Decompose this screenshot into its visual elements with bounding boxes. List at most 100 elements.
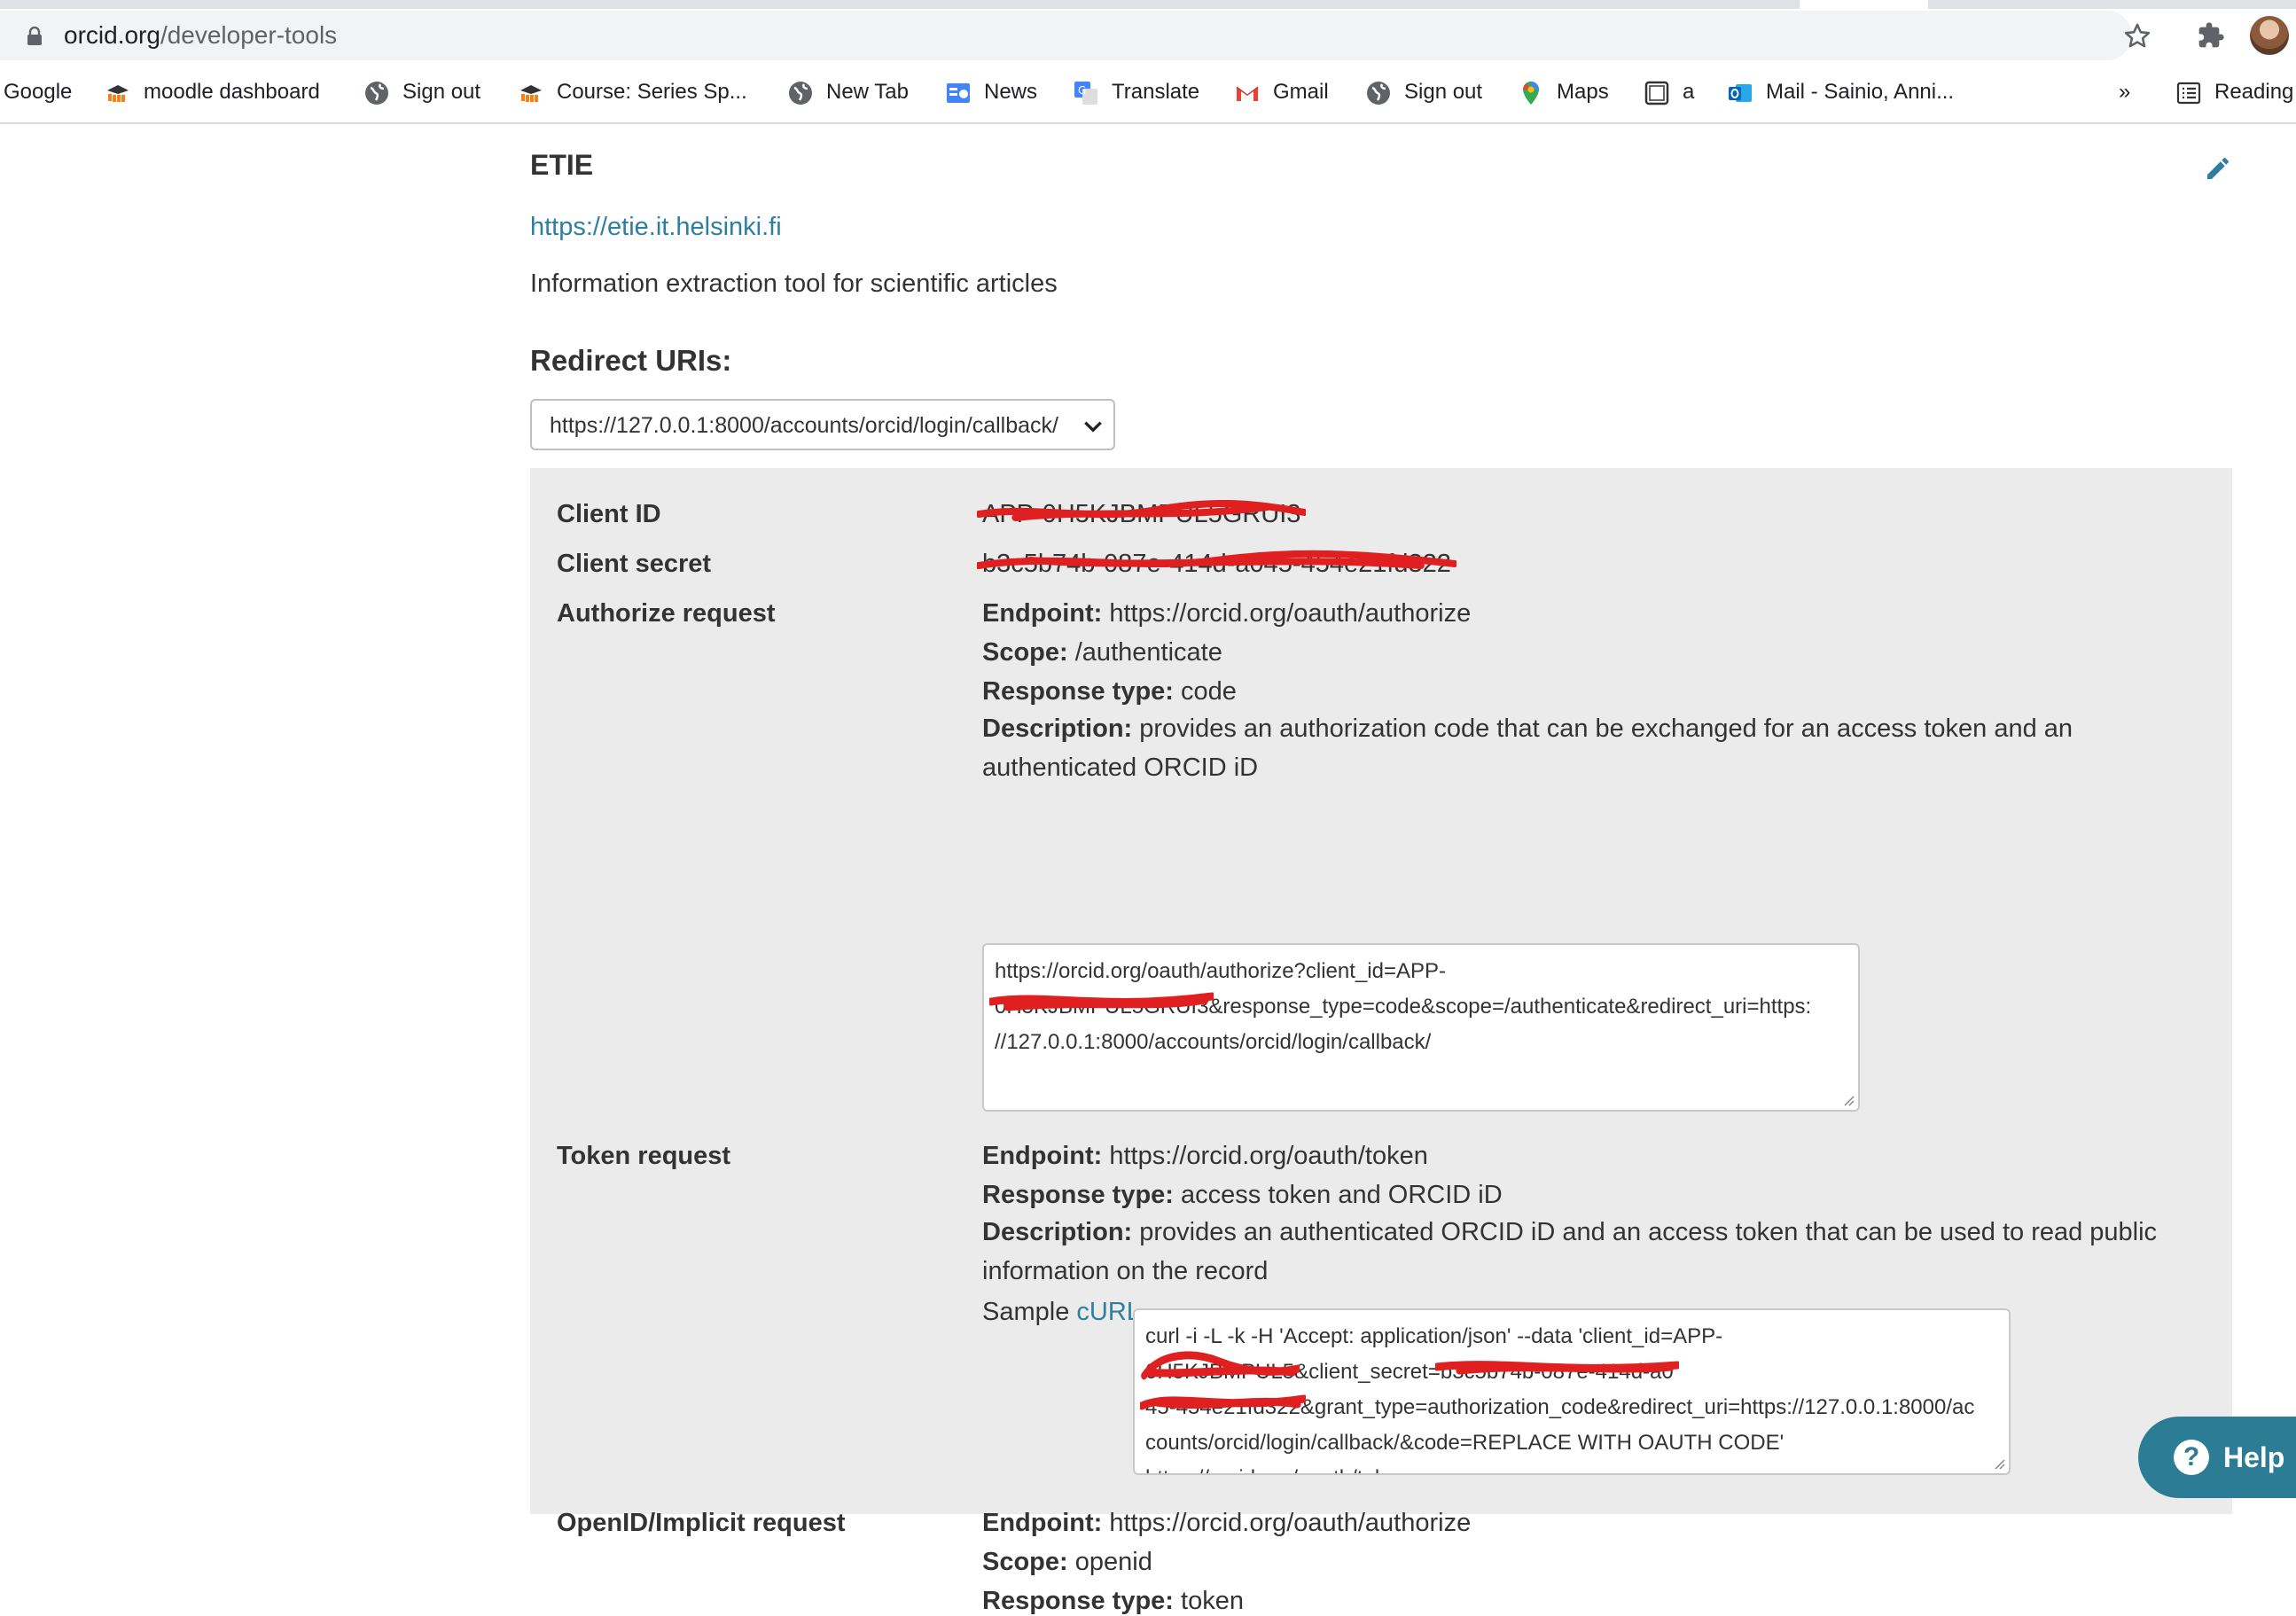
endpoint-value: https://orcid.org/oauth/authorize	[1109, 599, 1472, 628]
token-curl-textarea[interactable]: curl -i -L -k -H 'Accept: application/js…	[1133, 1308, 2011, 1475]
token-description: Description: provides an authenticated O…	[982, 1213, 2206, 1291]
authorize-description: Description: provides an authorization c…	[982, 709, 2206, 787]
resize-grip-icon[interactable]	[1991, 1456, 2005, 1470]
token-request-label: Token request	[557, 1142, 731, 1170]
lock-icon[interactable]	[27, 27, 43, 46]
tab-strip	[0, 0, 2296, 9]
response-type-value: access token and ORCID iD	[1181, 1181, 1503, 1209]
curl-link[interactable]: cURL	[1076, 1298, 1141, 1326]
response-type-key: Response type:	[982, 677, 1174, 706]
redirect-uri-selected-value: https://127.0.0.1:8000/accounts/orcid/lo…	[550, 413, 1058, 438]
endpoint-key: Endpoint:	[982, 1509, 1103, 1537]
authorize-endpoint: Endpoint: https://orcid.org/oauth/author…	[982, 599, 1471, 628]
globe-icon	[1367, 82, 1390, 105]
application-name: ETIE	[530, 149, 594, 181]
curl-line: counts/orcid/login/callback/&code=REPLAC…	[1145, 1431, 1784, 1455]
curl-redacted: 0H5KJBMPUL5	[1145, 1360, 1295, 1384]
question-mark-icon: ?	[2174, 1440, 2209, 1475]
authorize-request-label: Authorize request	[557, 599, 776, 628]
response-type-key: Response type:	[982, 1587, 1174, 1615]
gmail-icon	[1236, 86, 1259, 101]
bookmark-label: Mail - Sainio, Anni...	[1766, 80, 1955, 104]
credentials-panel: Client ID APP-0H5KJBMPUL5GRUI3 Client se…	[530, 468, 2232, 1615]
bookmark-label: Maps	[1557, 80, 1609, 104]
endpoint-key: Endpoint:	[982, 1142, 1103, 1170]
sample-prefix: Sample	[982, 1298, 1070, 1326]
pencil-edit-icon[interactable]	[2204, 154, 2232, 183]
url-domain: orcid.org	[64, 21, 160, 49]
token-response-type: Response type: access token and ORCID iD	[982, 1181, 1503, 1210]
description-key: Description:	[982, 714, 1133, 743]
svg-text:G: G	[1078, 84, 1086, 97]
google-news-icon	[947, 83, 970, 103]
address-bar-row: orcid.org/developer-tools	[0, 9, 2296, 62]
moodle-icon	[520, 85, 542, 102]
client-secret-value: b3c5b74b-087e-414d-a045-454e21fd322	[977, 550, 1456, 579]
description-value: provides an authenticated ORCID iD and a…	[982, 1218, 2158, 1285]
bookmarks-bar: Google moodle dashboard Sign out Course:…	[0, 62, 2296, 124]
active-tab-edge	[1800, 0, 1928, 9]
endpoint-key: Endpoint:	[982, 599, 1103, 628]
application-description: Information extraction tool for scientif…	[530, 269, 1058, 298]
openid-request-label: OpenID/Implicit request	[557, 1509, 846, 1537]
globe-icon	[365, 82, 388, 105]
bookmark-label: Sign out	[402, 80, 481, 104]
page-icon	[1644, 81, 1669, 105]
chevron-down-icon	[1084, 421, 1102, 433]
maps-pin-icon	[1523, 82, 1539, 105]
scope-key: Scope:	[982, 1548, 1068, 1576]
bookmark-star-icon[interactable]	[2122, 21, 2152, 51]
reading-list-icon	[2176, 82, 2201, 105]
openid-endpoint: Endpoint: https://orcid.org/oauth/author…	[982, 1509, 1471, 1538]
google-translate-icon: G	[1074, 82, 1097, 105]
sample-url-line: https://orcid.org/oauth/authorize?client…	[995, 959, 1446, 983]
bookmark-label: News	[984, 80, 1038, 104]
authorize-response-type: Response type: code	[982, 677, 1237, 707]
bookmark-label: moodle dashboard	[144, 80, 320, 104]
extensions-puzzle-icon[interactable]	[2197, 21, 2225, 50]
omnibox[interactable]: orcid.org/developer-tools	[0, 11, 2151, 60]
profile-avatar[interactable]	[2250, 16, 2289, 55]
description-key: Description:	[982, 1218, 1133, 1246]
globe-icon	[789, 82, 812, 105]
response-type-key: Response type:	[982, 1181, 1174, 1209]
resize-grip-icon[interactable]	[1840, 1092, 1855, 1106]
sample-url-line: //127.0.0.1:8000/accounts/orcid/login/ca…	[995, 1030, 1432, 1054]
client-id-value: APP-0H5KJBMPUL5GRUI3	[977, 499, 1307, 529]
sample-url-line: &response_type=code&scope=/authenticate&…	[1208, 995, 1812, 1019]
curl-line: &grant_type=authorization_code&redirect_…	[1300, 1395, 1975, 1419]
token-sample: Sample cURL	[982, 1298, 1141, 1327]
application-url-link[interactable]: https://etie.it.helsinki.fi	[530, 213, 782, 242]
bookmark-label: Translate	[1112, 80, 1200, 104]
bookmark-label: a	[1683, 80, 1695, 104]
page-content: ETIE https://etie.it.helsinki.fi Informa…	[0, 124, 2296, 1615]
url-path: /developer-tools	[160, 21, 338, 49]
client-id-label: Client ID	[557, 500, 661, 528]
curl-redacted: b3c5b74b-087e-414d-a0	[1440, 1360, 1674, 1384]
bookmark-label: Sign out	[1404, 80, 1483, 104]
authorize-scope: Scope: /authenticate	[982, 638, 1222, 667]
scope-value: openid	[1074, 1548, 1152, 1576]
help-button[interactable]: ? Help	[2138, 1417, 2296, 1498]
outlook-icon	[1729, 84, 1752, 102]
token-endpoint: Endpoint: https://orcid.org/oauth/token	[982, 1142, 1428, 1171]
bookmark-label: Course: Series Sp...	[557, 80, 747, 104]
bookmark-label: Gmail	[1273, 80, 1329, 104]
openid-response-type: Response type: token	[982, 1587, 1244, 1616]
description-value: provides an authorization code that can …	[982, 714, 2073, 782]
help-label: Help	[2223, 1441, 2285, 1473]
authorize-sample-url-textarea[interactable]: https://orcid.org/oauth/authorize?client…	[982, 943, 1860, 1112]
endpoint-value: https://orcid.org/oauth/authorize	[1109, 1509, 1472, 1537]
openid-scope: Scope: openid	[982, 1548, 1152, 1577]
endpoint-value: https://orcid.org/oauth/token	[1109, 1142, 1428, 1170]
response-type-value: token	[1181, 1587, 1244, 1615]
redirect-uri-select[interactable]: https://127.0.0.1:8000/accounts/orcid/lo…	[530, 399, 1115, 450]
response-type-value: code	[1181, 677, 1237, 706]
scope-key: Scope:	[982, 638, 1068, 667]
bookmark-label: Google	[4, 80, 73, 104]
url-text[interactable]: orcid.org/developer-tools	[64, 21, 337, 50]
scope-value: /authenticate	[1074, 638, 1222, 667]
curl-redacted: 45-454e21fd322	[1145, 1395, 1300, 1419]
curl-line: https://orcid.org/oauth/token	[1145, 1466, 1410, 1473]
curl-line: &client_secret=	[1294, 1360, 1441, 1384]
